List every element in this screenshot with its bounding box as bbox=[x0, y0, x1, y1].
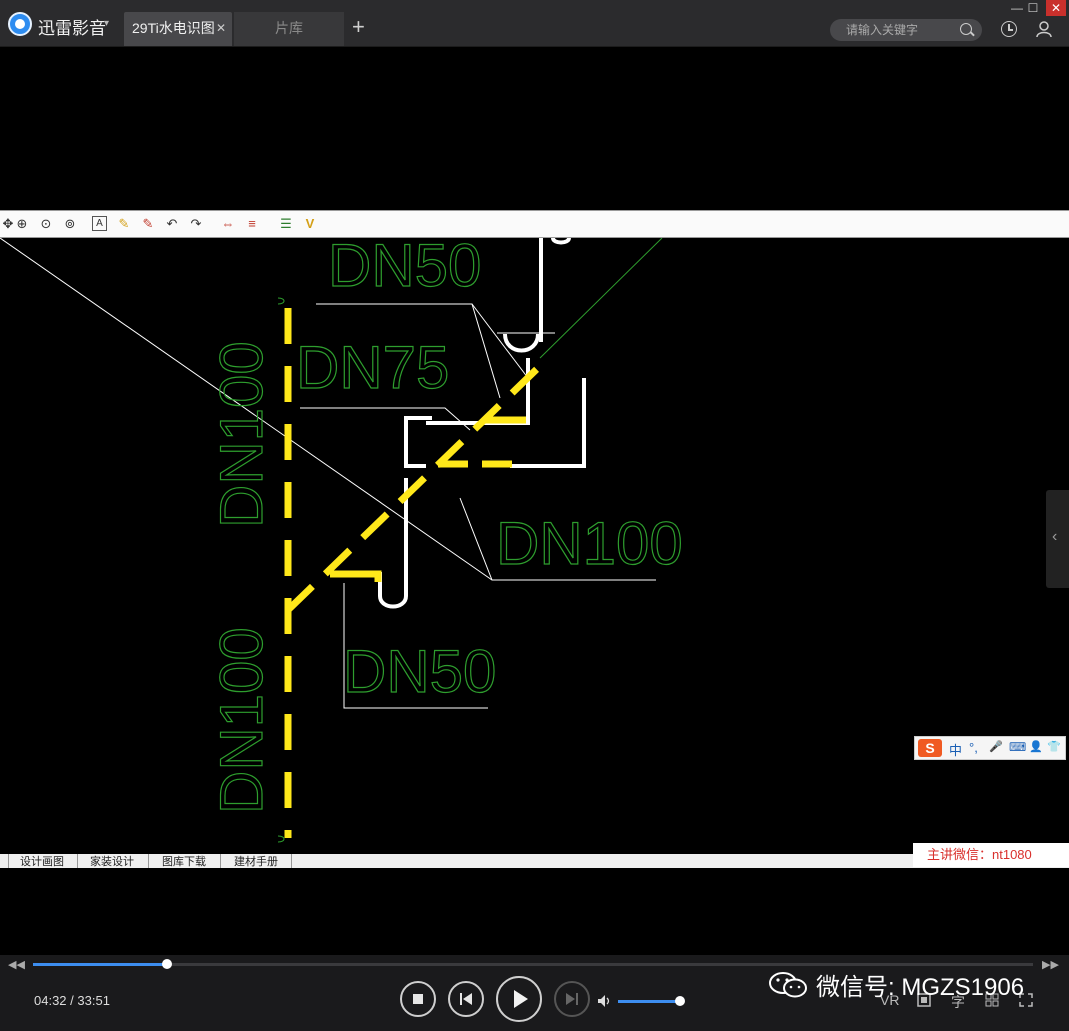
tab-separator bbox=[148, 854, 149, 868]
next-button[interactable] bbox=[554, 981, 590, 1017]
eraser-icon: ✎ bbox=[142, 216, 154, 231]
tab-separator bbox=[8, 854, 9, 868]
skin-icon: 👕 bbox=[1047, 741, 1061, 753]
tab-video[interactable]: 29Ti水电识图 ✕ bbox=[124, 12, 232, 46]
wechat-icon bbox=[769, 972, 807, 998]
previous-icon bbox=[460, 993, 472, 1005]
maximize-button[interactable]: ☐ bbox=[1023, 0, 1043, 16]
ime-punctuation: °, bbox=[969, 740, 978, 755]
volume-slider[interactable] bbox=[618, 996, 685, 1006]
pencil-icon: ✎ bbox=[118, 216, 130, 231]
search-icon[interactable] bbox=[960, 23, 972, 35]
cad-tab-design: 设计画图 bbox=[20, 856, 64, 868]
tab-separator bbox=[291, 854, 292, 868]
instructor-wechat-label: 主讲微信：nt1080 bbox=[913, 843, 1069, 867]
play-button[interactable] bbox=[496, 976, 542, 1022]
dimension-icon: ≡ bbox=[248, 216, 256, 231]
keyboard-icon: ⌨ bbox=[1009, 740, 1027, 754]
label-dn50-top: DN50 bbox=[328, 238, 481, 299]
time-display: 04:32 / 33:51 bbox=[34, 993, 110, 1008]
progress-knob[interactable] bbox=[162, 959, 172, 969]
next-icon bbox=[566, 993, 578, 1005]
stop-icon bbox=[413, 994, 423, 1004]
sogou-logo-icon: S bbox=[918, 739, 942, 757]
time-separator: / bbox=[66, 993, 78, 1008]
playlist-toggle-button[interactable]: ‹ bbox=[1046, 490, 1069, 588]
new-tab-button[interactable]: + bbox=[352, 14, 365, 40]
cad-tab-materials: 建材手册 bbox=[234, 856, 278, 868]
tab-label: 29Ti水电识图 bbox=[132, 20, 215, 36]
user-icon[interactable] bbox=[1035, 20, 1053, 38]
redo-icon: ↷ bbox=[190, 216, 202, 231]
total-time: 33:51 bbox=[77, 993, 110, 1008]
cad-toolbar: ✥ ⊕ ⊙ ⊚ A ✎ ✎ ↶ ↷ ⇔ ≡ ☰ V bbox=[0, 210, 1069, 238]
label-dn75: DN75 bbox=[296, 334, 449, 401]
volume-knob[interactable] bbox=[675, 996, 685, 1006]
layers-icon: ☰ bbox=[280, 216, 292, 231]
ime-chinese-mode: 中 bbox=[949, 743, 963, 758]
watermark-text: 微信号: MGZS1906 bbox=[816, 974, 1025, 1001]
skip-back-icon[interactable]: ◀◀ bbox=[8, 958, 25, 971]
current-time: 04:32 bbox=[34, 993, 67, 1008]
volume-fill bbox=[618, 1000, 680, 1003]
user-icon: 👤 bbox=[1029, 741, 1043, 753]
chevron-left-icon: ‹ bbox=[1052, 528, 1058, 545]
app-logo-icon[interactable] bbox=[8, 12, 32, 36]
ime-toolbar: S 中 °, 🎤 ⌨ 👤 👕 bbox=[914, 736, 1066, 760]
skip-forward-icon[interactable]: ▶▶ bbox=[1042, 958, 1059, 971]
previous-button[interactable] bbox=[448, 981, 484, 1017]
cad-tab-library: 图库下载 bbox=[162, 856, 206, 868]
undo-icon: ↶ bbox=[166, 216, 178, 231]
search-box bbox=[830, 19, 982, 41]
title-bar: 迅雷影音 ▾ 29Ti水电识图 ✕ 片库 + — ☐ ✕ bbox=[0, 0, 1069, 47]
cad-tab-home: 家装设计 bbox=[90, 856, 134, 868]
search-input[interactable] bbox=[844, 22, 958, 38]
stop-button[interactable] bbox=[400, 981, 436, 1017]
volume-icon[interactable] bbox=[597, 994, 613, 1008]
cad-drawing-area: DN50 DN75 DN100 DN50 DN100 DN100 bbox=[0, 231, 1069, 854]
tab-label: 片库 bbox=[275, 20, 303, 36]
zoom-extents-icon: ⊚ bbox=[64, 216, 76, 231]
tab-separator bbox=[220, 854, 221, 868]
pipe-diagram: DN50 DN75 DN100 DN50 DN100 DN100 bbox=[0, 231, 683, 843]
zoom-in-icon: ⊕ bbox=[16, 216, 28, 231]
tab-close-icon[interactable]: ✕ bbox=[216, 12, 226, 44]
label-dn50-bottom: DN50 bbox=[343, 638, 496, 705]
zoom-window-icon: ⊙ bbox=[40, 216, 52, 231]
tab-library[interactable]: 片库 bbox=[234, 12, 344, 46]
play-icon bbox=[514, 990, 528, 1008]
label-dn100-vertical-top: DN100 bbox=[208, 341, 275, 528]
app-menu-caret-icon[interactable]: ▾ bbox=[104, 18, 109, 29]
progress-bar[interactable] bbox=[33, 959, 1033, 969]
measure-icon: ⇔ bbox=[221, 216, 235, 231]
text-tool-icon: A bbox=[92, 216, 107, 231]
history-clock-icon[interactable] bbox=[1001, 21, 1017, 37]
label-dn100-vertical-bottom: DN100 bbox=[208, 627, 275, 814]
progress-fill bbox=[33, 963, 167, 966]
check-icon: V bbox=[305, 216, 315, 231]
cad-bottom-tabs: 设计画图 家装设计 图库下载 建材手册 bbox=[0, 854, 1069, 868]
microphone-icon: 🎤 bbox=[989, 741, 1003, 753]
close-button[interactable]: ✕ bbox=[1046, 0, 1066, 16]
tab-separator bbox=[77, 854, 78, 868]
app-name[interactable]: 迅雷影音 bbox=[38, 14, 106, 39]
label-dn100-right: DN100 bbox=[496, 510, 683, 577]
